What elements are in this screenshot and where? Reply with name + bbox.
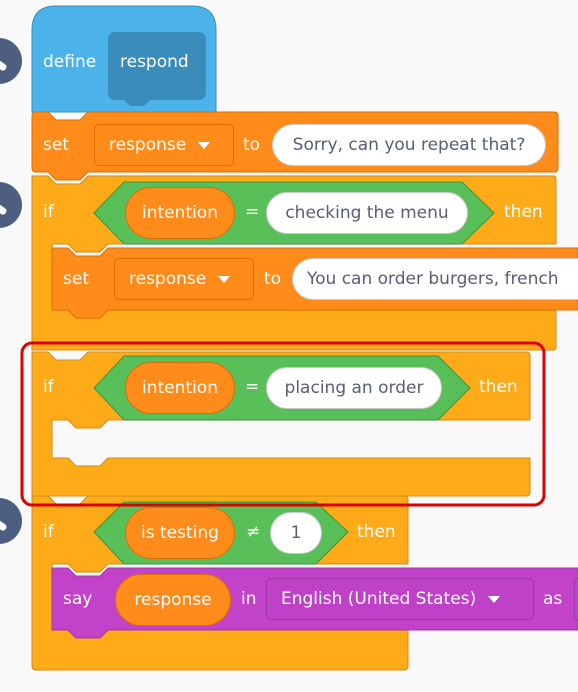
- response-reporter[interactable]: response: [115, 574, 231, 626]
- if-keyword: if: [43, 202, 54, 222]
- to-keyword: to: [243, 135, 261, 155]
- value-input[interactable]: Sorry, can you repeat that?: [272, 124, 546, 166]
- equals-operator: =: [245, 377, 260, 397]
- intention-reporter[interactable]: intention: [125, 187, 235, 239]
- custom-block-name[interactable]: respond: [120, 54, 189, 71]
- not-equal-operator: ≠: [246, 522, 261, 542]
- is-testing-reporter[interactable]: is testing: [125, 507, 235, 559]
- voice-dropdown[interactable]: [574, 578, 578, 620]
- dropdown-caret-icon: [198, 141, 211, 149]
- define-keyword: define: [43, 52, 97, 72]
- say-keyword: say: [63, 589, 93, 609]
- language-dropdown[interactable]: English (United States): [266, 578, 534, 620]
- response-reporter-label: response: [134, 590, 212, 610]
- intention-reporter[interactable]: intention: [125, 362, 235, 414]
- if-keyword: if: [43, 377, 54, 397]
- in-keyword: in: [241, 589, 257, 609]
- intention-reporter-label: intention: [142, 378, 218, 398]
- variable-dropdown[interactable]: response: [114, 258, 254, 300]
- compare-value-text: checking the menu: [285, 203, 449, 223]
- compare-value-input[interactable]: checking the menu: [266, 192, 468, 234]
- value-input-text: You can order burgers, french: [307, 269, 559, 289]
- then-keyword: then: [479, 377, 518, 397]
- to-keyword: to: [264, 269, 282, 289]
- compare-value-text: placing an order: [284, 378, 424, 398]
- compare-value-input[interactable]: placing an order: [266, 367, 442, 409]
- variable-dropdown[interactable]: response: [94, 124, 234, 166]
- intention-reporter-label: intention: [142, 203, 218, 223]
- dropdown-caret-icon: [218, 275, 231, 283]
- set-keyword: set: [43, 135, 69, 155]
- compare-value-input[interactable]: 1: [270, 512, 322, 554]
- value-input[interactable]: You can order burgers, french: [292, 258, 578, 300]
- if-keyword: if: [43, 522, 54, 542]
- as-keyword: as: [543, 589, 563, 609]
- compare-value-text: 1: [290, 523, 302, 543]
- language-dropdown-label: English (United States): [281, 589, 477, 609]
- equals-operator: =: [245, 202, 260, 222]
- set-keyword: set: [63, 269, 89, 289]
- then-keyword: then: [357, 522, 396, 542]
- dropdown-caret-icon: [488, 595, 501, 603]
- variable-dropdown-label: response: [109, 135, 187, 155]
- then-keyword: then: [504, 202, 543, 222]
- variable-dropdown-label: response: [129, 269, 207, 289]
- value-input-text: Sorry, can you repeat that?: [292, 135, 526, 155]
- is-testing-reporter-label: is testing: [141, 523, 219, 543]
